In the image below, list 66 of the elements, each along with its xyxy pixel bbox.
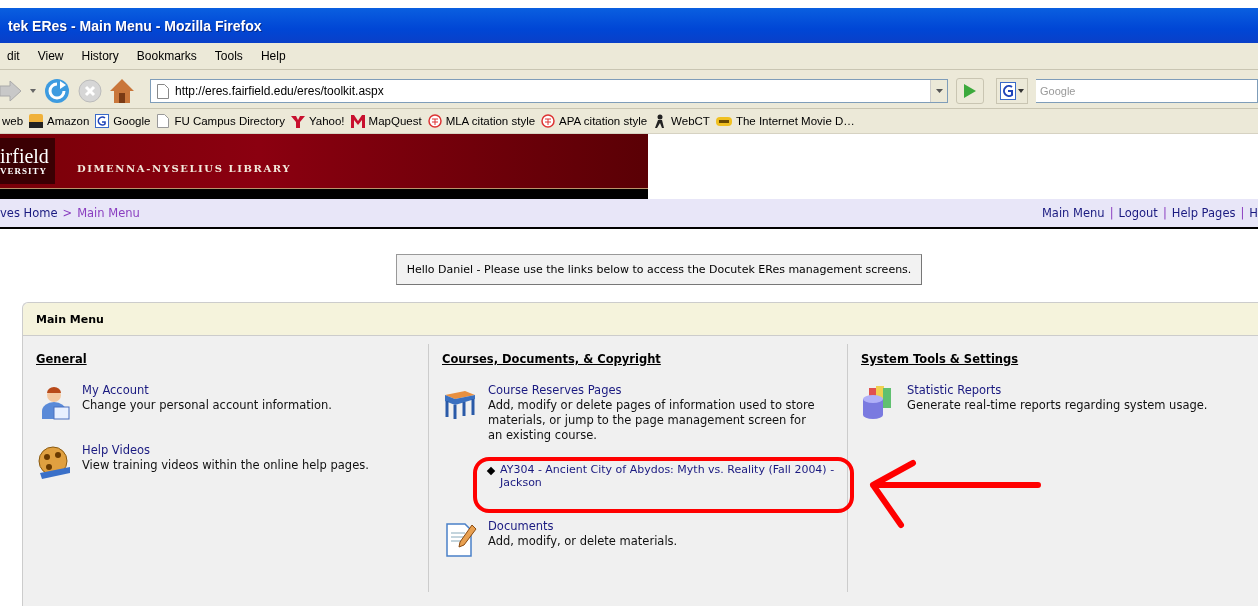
menu-item[interactable]: Bookmarks bbox=[136, 49, 197, 63]
menu-link[interactable]: Help Videos bbox=[82, 443, 151, 458]
shield-icon bbox=[427, 114, 442, 128]
bookmark-link[interactable]: MapQuest bbox=[350, 114, 422, 128]
nav-link[interactable]: H bbox=[1249, 206, 1258, 220]
column-heading: Courses, Documents, & Copyright bbox=[442, 352, 661, 366]
bullet-icon bbox=[486, 466, 496, 476]
bookmark-link[interactable]: Google bbox=[95, 114, 151, 128]
page-icon bbox=[156, 114, 171, 128]
play-icon bbox=[964, 84, 976, 98]
menu-item[interactable]: dit bbox=[7, 49, 20, 63]
panel-title: Main Menu bbox=[36, 312, 104, 326]
g-logo-icon bbox=[1000, 82, 1016, 100]
menu-link[interactable]: Documents bbox=[488, 519, 554, 534]
bookmark-link[interactable]: APA citation style bbox=[541, 114, 648, 128]
menu-link[interactable]: Course Reserves Pages bbox=[488, 383, 622, 398]
imdb-logo-icon bbox=[715, 114, 732, 128]
url-field[interactable]: http://eres.fairfield.edu/eres/toolkit.aspx bbox=[150, 79, 948, 103]
amazon-logo-icon bbox=[29, 114, 44, 128]
column-heading: General bbox=[36, 352, 87, 366]
item-description: Add, modify, or delete materials. bbox=[488, 534, 679, 549]
nav-link[interactable]: Help Pages bbox=[1171, 206, 1236, 220]
university-logo[interactable]: irfield VERSITY bbox=[0, 138, 55, 184]
nav-link[interactable]: Logout bbox=[1118, 206, 1158, 220]
menu-link[interactable]: My Account bbox=[82, 383, 149, 398]
bookmark-link[interactable]: MLA citation style bbox=[427, 114, 536, 128]
item-description: Generate real-time reports regarding system usage. bbox=[907, 398, 1209, 413]
home-icon[interactable] bbox=[110, 78, 134, 104]
greeting-message: Hello Daniel - Please use the links below to access the Docutek ERes management screens. bbox=[395, 254, 923, 285]
menu-link[interactable]: Statistic Reports bbox=[907, 383, 1002, 398]
link-separator: | bbox=[1109, 206, 1114, 220]
menu-item[interactable]: View bbox=[37, 49, 64, 63]
yahoo-logo-icon bbox=[290, 114, 305, 128]
bookmark-link[interactable]: WebCT bbox=[653, 114, 710, 128]
menu-item[interactable]: History bbox=[81, 49, 119, 63]
nav-link[interactable]: Main Menu bbox=[1041, 206, 1105, 220]
bookmark-link[interactable]: web bbox=[2, 115, 24, 127]
dropdown-icon[interactable] bbox=[935, 89, 943, 93]
bookmark-link[interactable]: FU Campus Directory bbox=[156, 114, 285, 128]
column-heading: System Tools & Settings bbox=[861, 352, 1019, 366]
item-description: Add, modify or delete pages of information used to store materials, or jump to the page management screen for an existing course. bbox=[488, 398, 816, 443]
bookmark-link[interactable]: The Internet Movie D… bbox=[715, 114, 855, 128]
g-logo-icon bbox=[95, 114, 110, 128]
item-description: Change your personal account information. bbox=[82, 398, 333, 413]
menu-item[interactable]: Tools bbox=[214, 49, 243, 63]
item-description: View training videos within the online help pages. bbox=[82, 458, 370, 473]
bookmark-link[interactable]: Amazon bbox=[29, 114, 90, 128]
course-link[interactable]: AY304 - Ancient City of Abydos: Myth vs. Reality (Fall 2004) - Jackson bbox=[500, 463, 835, 489]
caret-icon bbox=[1018, 89, 1024, 93]
reload-icon[interactable] bbox=[44, 78, 70, 104]
library-name: DIMENNA-NYSELIUS LIBRARY bbox=[76, 163, 292, 176]
shield-icon bbox=[541, 114, 556, 128]
link-separator: | bbox=[1240, 206, 1245, 220]
page-icon bbox=[157, 83, 169, 99]
search-engine-button[interactable] bbox=[996, 78, 1028, 104]
menu-item[interactable]: Help bbox=[260, 49, 286, 63]
breadcrumb-link[interactable]: Main Menu bbox=[77, 206, 140, 220]
window-title: tek ERes - Main Menu - Mozilla Firefox bbox=[8, 17, 262, 34]
m-logo-icon bbox=[350, 114, 365, 128]
bookmark-link[interactable]: Yahoo! bbox=[290, 114, 345, 128]
search-field[interactable]: Google bbox=[1036, 79, 1258, 103]
caret-icon[interactable] bbox=[30, 89, 36, 93]
breadcrumb-separator: > bbox=[62, 206, 73, 220]
link-separator: | bbox=[1162, 206, 1167, 220]
breadcrumb-link[interactable]: ves Home bbox=[0, 206, 58, 220]
go-button[interactable] bbox=[956, 78, 984, 104]
